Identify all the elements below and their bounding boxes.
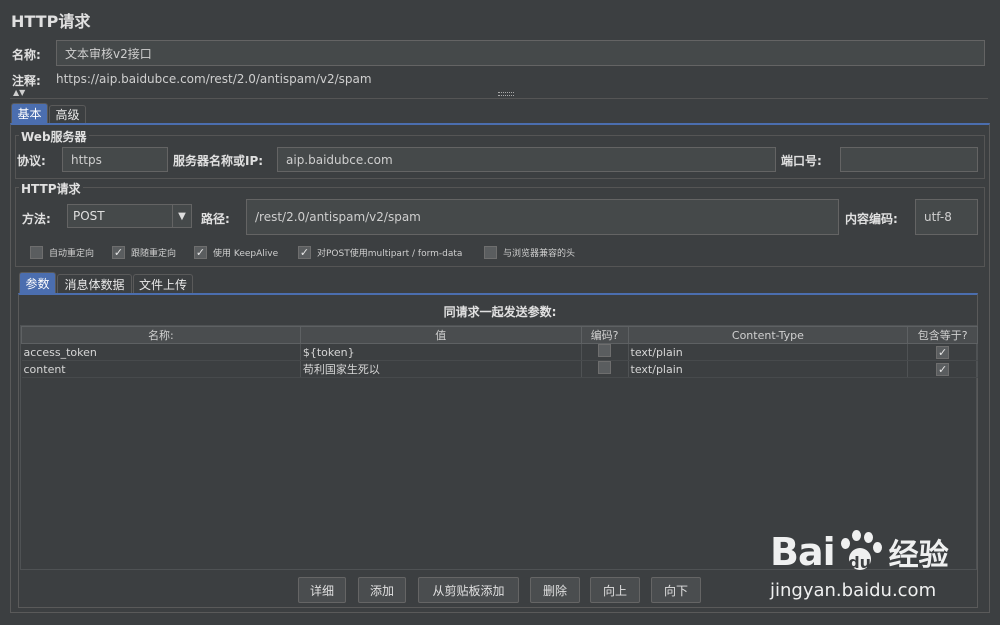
path-field[interactable]: /rest/2.0/antispam/v2/spam [246, 199, 839, 235]
comment-field[interactable]: https://aip.baidubce.com/rest/2.0/antisp… [48, 69, 985, 89]
param-value[interactable]: ${token} [300, 343, 582, 361]
option-follow-redirect[interactable]: ✓ 跟随重定向 [112, 246, 176, 259]
parameters-table: 名称: 值 编码? Content-Type 包含等于? access_toke… [21, 326, 978, 378]
watermark-suffix: 经验 [888, 538, 949, 573]
move-down-button[interactable]: 向下 [651, 577, 701, 603]
delete-button[interactable]: 删除 [530, 577, 580, 603]
comment-label: 注释: [12, 74, 41, 88]
option-multipart[interactable]: ✓ 对POST使用multipart / form-data [298, 246, 462, 259]
name-field[interactable]: 文本审核v2接口 [56, 40, 985, 66]
splitter-grip-icon[interactable] [498, 92, 514, 96]
checkbox-icon[interactable] [484, 246, 497, 259]
method-select[interactable]: POST ▼ [67, 204, 192, 228]
path-label: 路径: [201, 212, 230, 226]
checkbox-icon[interactable] [30, 246, 43, 259]
option-browser-headers[interactable]: 与浏览器兼容的头 [484, 246, 575, 259]
port-label: 端口号: [781, 154, 822, 168]
option-label: 自动重定向 [49, 249, 95, 259]
checkbox-checked-icon[interactable]: ✓ [936, 362, 950, 376]
column-header-encode[interactable]: 编码? [580, 326, 629, 344]
option-label: 与浏览器兼容的头 [503, 249, 576, 259]
server-label: 服务器名称或IP: [173, 154, 264, 168]
parameters-caption: 同请求一起发送参数: [443, 305, 557, 319]
column-header-name[interactable]: 名称: [21, 326, 301, 344]
tab-advanced[interactable]: 高级 [49, 105, 86, 123]
option-auto-redirect[interactable]: 自动重定向 [30, 246, 94, 259]
checkbox-icon[interactable] [598, 361, 612, 374]
name-label: 名称: [12, 48, 41, 62]
server-field[interactable]: aip.baidubce.com [277, 147, 776, 172]
option-label: 对POST使用multipart / form-data [317, 249, 463, 259]
table-row[interactable]: access_token ${token} text/plain ✓ [21, 343, 978, 361]
checkbox-checked-icon[interactable]: ✓ [298, 246, 311, 259]
column-header-include-equals[interactable]: 包含等于? [907, 326, 978, 344]
param-content-type[interactable]: text/plain [628, 360, 909, 378]
option-keepalive[interactable]: ✓ 使用 KeepAlive [194, 246, 278, 259]
tab-parameters[interactable]: 参数 [19, 272, 56, 293]
column-header-value[interactable]: 值 [299, 326, 582, 344]
param-name[interactable]: content [21, 360, 301, 378]
checkbox-checked-icon[interactable]: ✓ [194, 246, 207, 259]
web-server-title: Web服务器 [19, 128, 89, 145]
collapse-arrows-icon[interactable]: ▲▼ [13, 89, 37, 97]
column-header-content-type[interactable]: Content-Type [627, 326, 909, 344]
baidu-jingyan-watermark: Bai du 经验 jingyan.baidu.com [770, 520, 990, 610]
checkbox-checked-icon[interactable]: ✓ [112, 246, 125, 259]
param-name[interactable]: access_token [21, 343, 301, 361]
table-row[interactable]: content 苟利国家生死以 text/plain ✓ [21, 360, 978, 378]
checkbox-checked-icon[interactable]: ✓ [936, 345, 950, 359]
port-field[interactable] [840, 147, 978, 172]
dropdown-arrow-icon[interactable]: ▼ [172, 205, 191, 227]
page-title: HTTP请求 [11, 12, 91, 31]
add-button[interactable]: 添加 [358, 577, 406, 603]
watermark-url: jingyan.baidu.com [770, 580, 937, 601]
detail-button[interactable]: 详细 [298, 577, 346, 603]
method-label: 方法: [22, 212, 51, 226]
add-from-clipboard-button[interactable]: 从剪贴板添加 [418, 577, 519, 603]
watermark-brand2: du [848, 553, 872, 572]
protocol-label: 协议: [17, 154, 46, 168]
http-request-title: HTTP请求 [19, 180, 83, 197]
encoding-field[interactable]: utf-8 [915, 199, 978, 235]
tab-file-upload[interactable]: 文件上传 [133, 274, 193, 293]
option-label: 使用 KeepAlive [213, 249, 279, 259]
move-up-button[interactable]: 向上 [590, 577, 640, 603]
watermark-brand: Bai [770, 530, 836, 574]
protocol-field[interactable]: https [62, 147, 168, 172]
method-value: POST [73, 209, 105, 223]
tab-basic[interactable]: 基本 [11, 103, 48, 123]
tab-body-data[interactable]: 消息体数据 [57, 274, 132, 293]
splitter-divider [10, 98, 988, 99]
checkbox-icon[interactable] [598, 344, 612, 357]
param-content-type[interactable]: text/plain [628, 343, 909, 361]
option-label: 跟随重定向 [131, 249, 177, 259]
param-value[interactable]: 苟利国家生死以 [300, 360, 582, 378]
encoding-label: 内容编码: [845, 212, 898, 226]
